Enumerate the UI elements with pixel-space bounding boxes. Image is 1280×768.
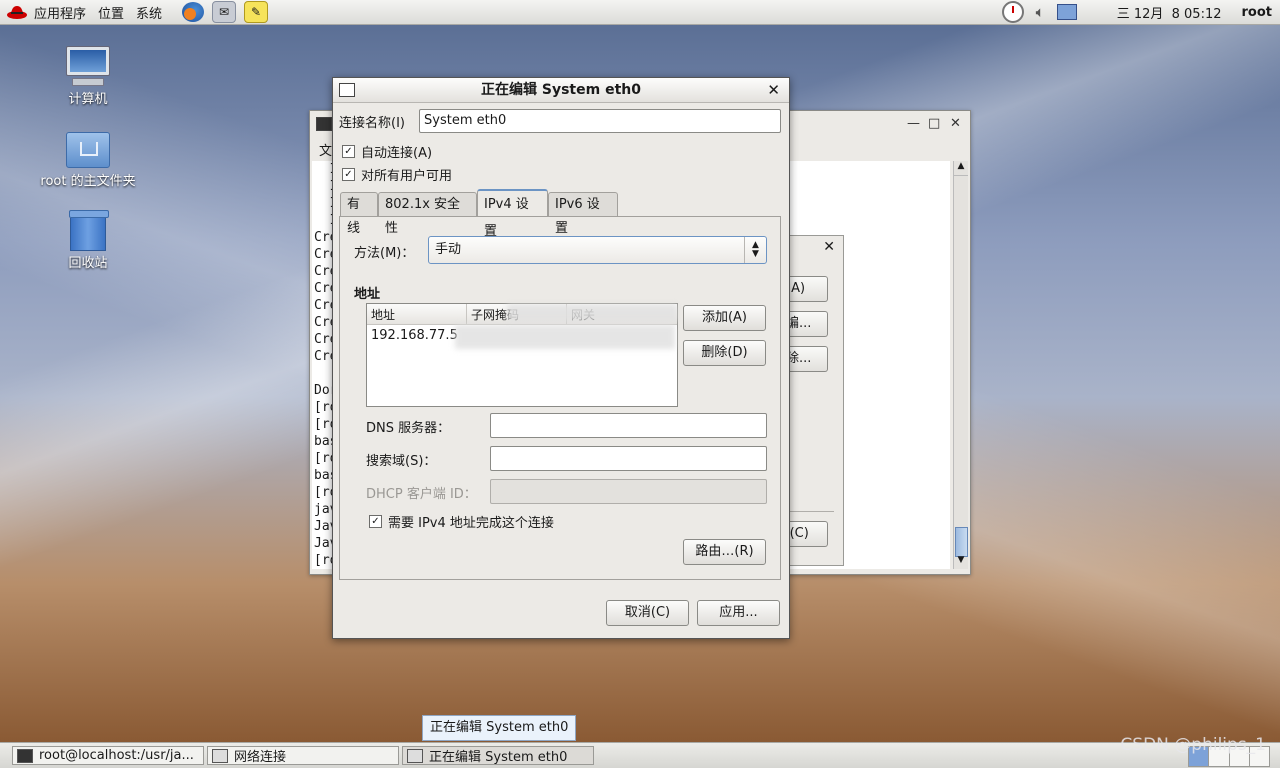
divider (786, 511, 834, 512)
firefox-icon[interactable] (182, 2, 204, 22)
address-section-heading: 地址 (354, 283, 380, 302)
desktop-icon-label: root 的主文件夹 (33, 170, 143, 189)
computer-icon (66, 46, 110, 86)
network-window-icon (407, 749, 423, 763)
redacted-area (455, 325, 675, 349)
dns-servers-label: DNS 服务器： (366, 417, 450, 436)
task-terminal[interactable]: root@localhost:/usr/ja... (12, 746, 204, 765)
bottom-panel: root@localhost:/usr/ja... 网络连接 正在编辑 Syst… (0, 742, 1280, 768)
all-users-checkbox[interactable]: ✓ (342, 168, 355, 181)
redhat-logo-icon[interactable] (6, 3, 28, 21)
minimize-icon[interactable]: — (907, 116, 920, 131)
redacted-area (507, 304, 677, 322)
dhcp-client-id-label: DHCP 客户端 ID： (366, 483, 477, 502)
menu-places[interactable]: 位置 (92, 0, 130, 24)
menu-applications[interactable]: 应用程序 (28, 0, 92, 24)
desktop-icon-label: 回收站 (33, 252, 143, 271)
terminal-scrollbar[interactable]: ▲ ▼ (953, 161, 968, 569)
terminal-menu-file[interactable]: 文 (319, 140, 332, 159)
search-domains-label: 搜索域(S)： (366, 450, 436, 469)
connection-name-label: 连接名称(I) (339, 112, 405, 131)
task-label: 网络连接 (234, 746, 286, 765)
dialog-titlebar[interactable]: 正在编辑 System eth0 ✕ (333, 78, 789, 103)
close-icon[interactable]: ✕ (823, 239, 835, 255)
address-add-button[interactable]: 添加(A) (683, 305, 766, 331)
apply-button[interactable]: 应用... (697, 600, 780, 626)
network-connections-window[interactable]: ✕ (A) 编... 除... l(C) (786, 235, 844, 566)
notes-editor-icon[interactable]: ✎ (244, 1, 268, 23)
task-editing-connection[interactable]: 正在编辑 System eth0 (402, 746, 594, 765)
tab-ipv6-settings[interactable]: IPv6 设置 (548, 192, 618, 216)
auto-connect-checkbox[interactable]: ✓ (342, 145, 355, 158)
tab-8021x-security[interactable]: 802.1x 安全性 (378, 192, 477, 216)
connection-name-input[interactable]: System eth0 (419, 109, 781, 133)
routes-button[interactable]: 路由…(R) (683, 539, 766, 565)
method-select[interactable]: 手动 ▲▼ (428, 236, 767, 264)
netconn-close-button[interactable]: l(C) (786, 521, 828, 547)
desktop-icon-home[interactable]: root 的主文件夹 (33, 132, 143, 189)
desktop-icon-label: 计算机 (33, 88, 143, 107)
table-row[interactable]: 192.168.77.5 (367, 325, 677, 347)
trash-icon (69, 210, 107, 250)
network-status-icon[interactable] (1051, 0, 1083, 24)
volume-icon[interactable]: 🔈︎ (1030, 0, 1051, 24)
method-value: 手动 (435, 242, 461, 257)
all-users-label[interactable]: 对所有用户可用 (361, 165, 452, 184)
user-name[interactable]: root (1236, 0, 1280, 24)
address-delete-button[interactable]: 删除(D) (683, 340, 766, 366)
clock[interactable]: 三 12月 8 05:12 (1111, 0, 1228, 24)
cpu-frequency-icon[interactable] (996, 0, 1030, 24)
desktop-icon-trash[interactable]: 回收站 (33, 210, 143, 271)
auto-connect-label[interactable]: 自动连接(A) (361, 142, 432, 161)
select-arrows-icon: ▲▼ (744, 237, 766, 263)
edit-connection-dialog[interactable]: 正在编辑 System eth0 ✕ 连接名称(I) System eth0 ✓… (332, 77, 790, 639)
require-ipv4-checkbox[interactable]: ✓ (369, 515, 382, 528)
column-header-address[interactable]: 地址 (367, 304, 467, 324)
terminal-icon (316, 117, 332, 131)
close-icon[interactable]: ✕ (950, 116, 961, 131)
scroll-down-arrow-icon[interactable]: ▼ (954, 555, 968, 569)
netconn-add-button[interactable]: (A) (786, 276, 828, 302)
network-window-icon (339, 83, 355, 97)
mail-client-icon[interactable]: ✉ (212, 1, 236, 23)
close-icon[interactable]: ✕ (767, 78, 780, 102)
cancel-button[interactable]: 取消(C) (606, 600, 689, 626)
home-folder-icon (66, 132, 110, 168)
address-cell: 192.168.77.5 (371, 328, 458, 343)
tab-ipv4-settings[interactable]: IPv4 设置 (477, 189, 548, 217)
require-ipv4-label[interactable]: 需要 IPv4 地址完成这个连接 (388, 512, 554, 531)
scroll-up-arrow-icon[interactable]: ▲ (954, 161, 968, 176)
netconn-edit-button[interactable]: 编... (786, 311, 828, 337)
desktop-icon-computer[interactable]: 计算机 (33, 46, 143, 107)
search-domains-input[interactable] (490, 446, 767, 471)
method-label: 方法(M)： (354, 242, 414, 261)
dns-servers-input[interactable] (490, 413, 767, 438)
task-network-connections[interactable]: 网络连接 (207, 746, 399, 765)
maximize-icon[interactable]: □ (928, 116, 940, 131)
top-panel: 应用程序 位置 系统 ✉ ✎ 🔈︎ 三 12月 8 05:12 root (0, 0, 1280, 25)
taskbar-tooltip: 正在编辑 System eth0 (422, 715, 576, 741)
dhcp-client-id-input (490, 479, 767, 504)
task-label: root@localhost:/usr/ja... (39, 748, 194, 763)
terminal-icon (17, 749, 33, 763)
menu-system[interactable]: 系统 (130, 0, 168, 24)
scroll-thumb[interactable] (955, 527, 968, 557)
address-table[interactable]: 地址 子网掩码 网关 192.168.77.5 (366, 303, 678, 407)
netconn-delete-button[interactable]: 除... (786, 346, 828, 372)
tab-wired[interactable]: 有线 (340, 192, 378, 216)
dialog-title: 正在编辑 System eth0 (481, 82, 641, 98)
watermark-text: CSDN @philips_1 (1120, 735, 1266, 755)
task-label: 正在编辑 System eth0 (429, 746, 567, 765)
network-window-icon (212, 749, 228, 763)
